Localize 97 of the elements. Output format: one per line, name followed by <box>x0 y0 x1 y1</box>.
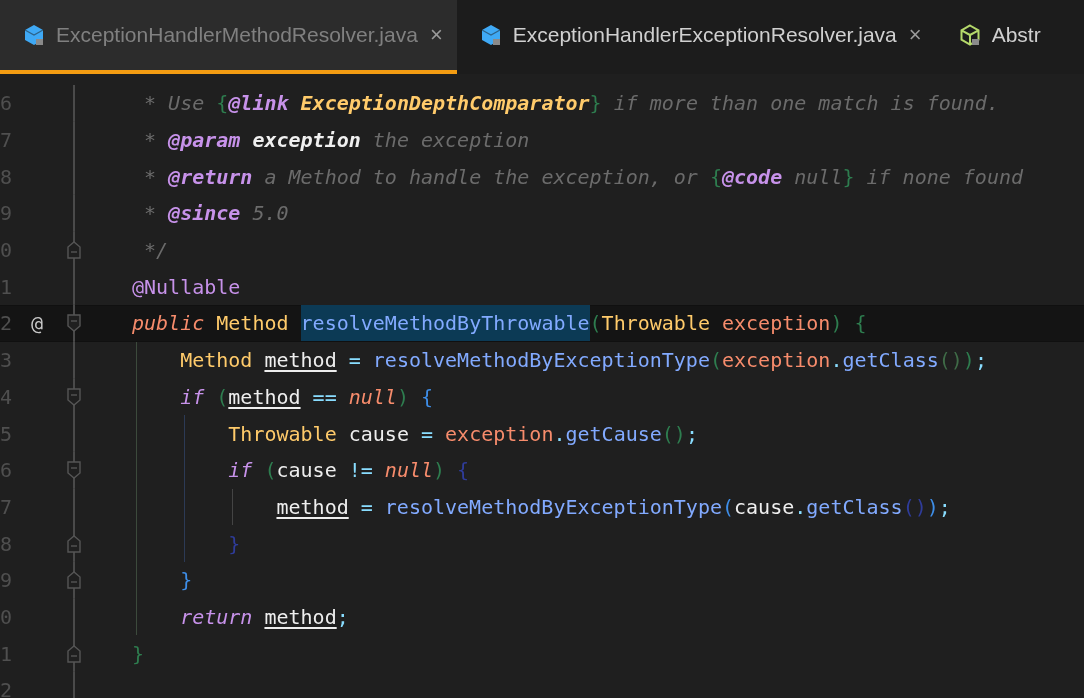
local-variable: cause <box>734 494 795 519</box>
bracket: } <box>842 164 855 189</box>
doc-tag: @param <box>156 128 241 153</box>
operator: = <box>359 494 373 519</box>
doc-tag: @link <box>228 91 289 116</box>
close-icon[interactable]: × <box>908 22 922 48</box>
doc-tag: @return <box>156 164 253 189</box>
operator: . <box>830 348 843 373</box>
doc-comment: 5.0 <box>251 201 289 226</box>
bracket: } <box>589 91 602 116</box>
bracket: ) <box>830 311 843 336</box>
bracket: ) <box>433 458 446 483</box>
local-variable: method <box>263 604 337 629</box>
method-name: getClass <box>806 494 903 519</box>
bracket: { <box>456 458 470 483</box>
type-name: Method <box>215 311 289 336</box>
editor-tab[interactable]: ExceptionHandlerMethodResolver.java × <box>0 0 457 74</box>
bracket: ) <box>926 494 939 519</box>
operator: != <box>347 458 373 483</box>
doc-comment: the exception <box>371 128 530 153</box>
bracket: } <box>180 568 193 593</box>
operator: ; <box>974 348 987 373</box>
bracket: ) <box>962 348 975 373</box>
doc-comment: a Method to handle the exception, or <box>263 164 698 189</box>
method-name: resolveMethodByExceptionType <box>383 494 722 519</box>
local-variable: method <box>228 384 301 409</box>
fold-icon[interactable] <box>67 241 81 260</box>
operator: . <box>794 494 807 519</box>
doc-comment: null <box>793 164 843 189</box>
bracket: ( <box>722 494 735 519</box>
operator: ; <box>685 421 698 446</box>
class-reference: ExceptionDepthComparator <box>299 91 590 116</box>
operator: == <box>311 384 337 409</box>
type-name: Throwable <box>601 311 710 336</box>
bracket: { <box>708 164 722 189</box>
close-icon[interactable]: × <box>429 22 443 48</box>
cube-icon <box>22 23 46 47</box>
local-variable: cause <box>276 458 337 483</box>
annotation: @Nullable <box>132 274 241 299</box>
operator: ; <box>336 604 349 629</box>
parameter: exception <box>444 421 554 446</box>
method-name: getClass <box>842 348 939 373</box>
fold-icon[interactable] <box>67 571 81 590</box>
parameter: exception <box>721 311 831 336</box>
bracket: } <box>132 641 145 666</box>
fold-icon[interactable] <box>67 314 81 333</box>
line-number: 2 <box>0 311 12 336</box>
local-variable: method <box>276 494 349 519</box>
local-variable: method <box>263 348 337 373</box>
bracket: ( <box>709 348 722 373</box>
bracket: ( <box>263 458 277 483</box>
operator: = <box>419 421 433 446</box>
implementation-marker[interactable]: @ <box>30 311 43 336</box>
doc-comment: * Use <box>144 91 205 116</box>
operator: = <box>347 348 361 373</box>
tab-label: ExceptionHandlerExceptionResolver.java <box>512 23 897 47</box>
type-name: Throwable <box>228 421 337 446</box>
null-literal: null <box>383 458 434 483</box>
tab-label: Abstr <box>991 23 1041 47</box>
method-name: resolveMethodByExceptionType <box>371 348 710 373</box>
keyword: if <box>228 458 253 483</box>
doc-comment: * <box>144 201 157 226</box>
type-name: Method <box>180 348 253 373</box>
bracket: { <box>853 311 867 336</box>
bracket: ( <box>589 311 602 336</box>
doc-comment: * <box>144 164 157 189</box>
method-name: getCause <box>565 421 662 446</box>
bracket: ) <box>396 384 409 409</box>
bracket: ( <box>215 384 229 409</box>
keyword: if <box>180 384 205 409</box>
doc-comment: if more than one match is found. <box>612 91 999 116</box>
bracket: () <box>938 348 963 373</box>
bracket: { <box>215 91 229 116</box>
fold-icon[interactable] <box>67 644 81 663</box>
null-literal: null <box>347 384 397 409</box>
doc-tag: @code <box>722 164 783 189</box>
bracket: } <box>228 531 241 556</box>
doc-comment: * <box>144 128 157 153</box>
operator: ; <box>938 494 951 519</box>
bracket: () <box>661 421 686 446</box>
doc-param-name: exception <box>251 128 361 153</box>
tab-label: ExceptionHandlerMethodResolver.java <box>56 23 418 47</box>
doc-comment: */ <box>144 238 169 263</box>
keyword: public <box>132 311 205 336</box>
editor-tab[interactable]: ExceptionHandlerExceptionResolver.java × <box>456 0 936 74</box>
bracket: { <box>420 384 434 409</box>
doc-tag: @since <box>156 201 241 226</box>
keyword: return <box>180 604 253 629</box>
fold-icon[interactable] <box>67 534 81 553</box>
bracket: () <box>902 494 927 519</box>
fold-icon[interactable] <box>67 461 81 480</box>
doc-comment: if none found <box>865 164 1024 189</box>
editor-tab[interactable]: Abstr <box>935 0 1055 74</box>
operator: . <box>553 421 566 446</box>
fold-icon[interactable] <box>67 387 81 406</box>
parameter: exception <box>722 348 831 373</box>
local-variable: cause <box>347 421 409 446</box>
